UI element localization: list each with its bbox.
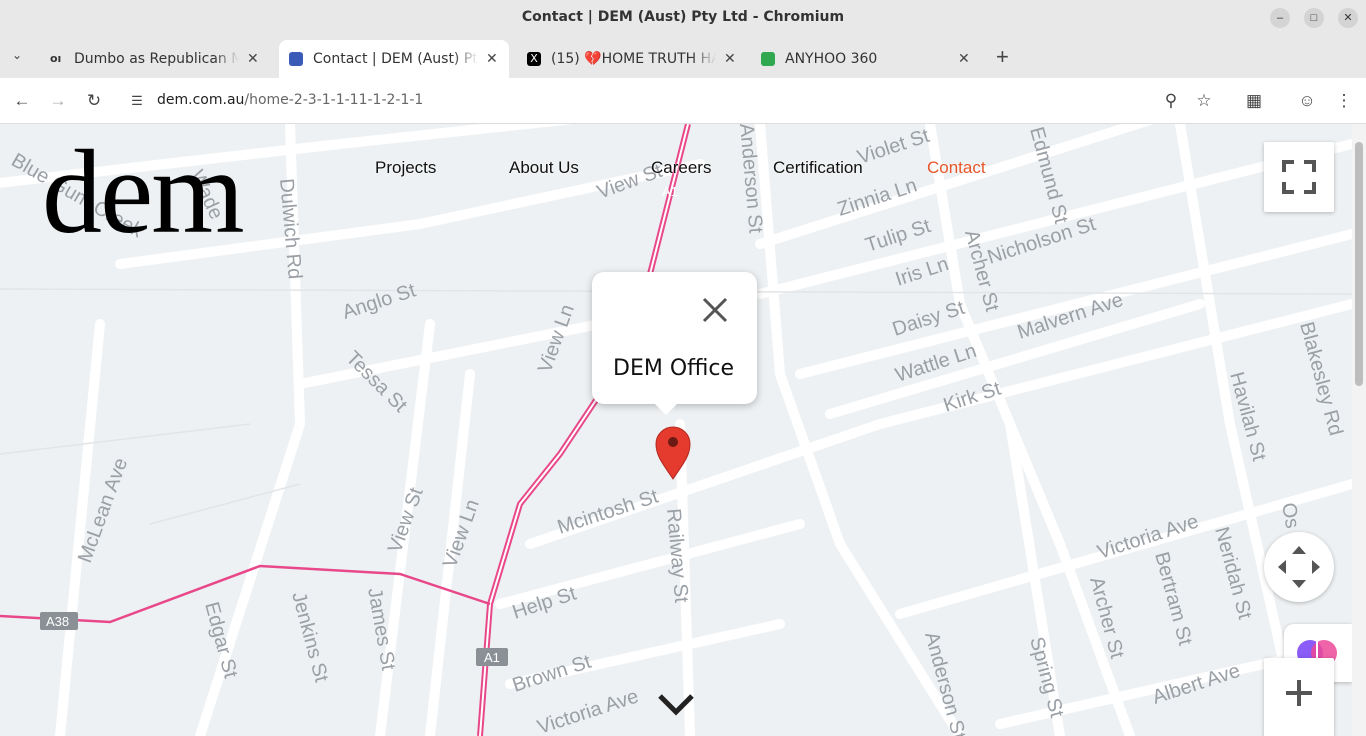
menu-icon[interactable]: ⋮ [1333, 90, 1355, 112]
route-label: A1 [662, 184, 678, 199]
close-window-button[interactable]: ✕ [1338, 8, 1358, 28]
close-tab-icon[interactable]: ✕ [247, 51, 259, 67]
tab-label: Contact | DEM (Aust) Pty [313, 51, 478, 67]
nav-about-us[interactable]: About Us [509, 158, 579, 178]
close-tab-icon[interactable]: ✕ [958, 51, 970, 67]
url-domain: dem.com.au [157, 92, 245, 108]
forward-icon[interactable]: → [47, 90, 69, 112]
tab-anyhoo[interactable]: ANYHOO 360 ✕ [751, 40, 987, 78]
nav-certification[interactable]: Certification [773, 158, 863, 178]
site-logo[interactable]: dem [42, 132, 245, 252]
bookmark-star-icon[interactable]: ☆ [1193, 90, 1215, 112]
tab-home-truth[interactable]: X (15) 💔HOME TRUTH HAI ✕ [517, 40, 747, 78]
tab-label: Dumbo as Republican Ma [74, 51, 239, 67]
favicon-icon: oı [50, 52, 62, 65]
site-info-icon[interactable]: ☰ [126, 90, 148, 112]
info-window-tail [654, 403, 678, 415]
url-path: /home-2-3-1-1-11-1-2-1-1 [244, 92, 424, 108]
nav-careers[interactable]: Careers [651, 158, 711, 178]
address-bar[interactable]: dem.com.au/home-2-3-1-1-11-1-2-1-1 [157, 92, 423, 108]
zoom-in-button[interactable] [1264, 658, 1334, 736]
page-scrollbar[interactable] [1352, 124, 1366, 736]
zoom-icon[interactable]: ⚲ [1160, 90, 1182, 112]
x-logo-icon: X [527, 52, 541, 66]
extensions-icon[interactable]: ▦ [1243, 90, 1265, 112]
marker-title: DEM Office [613, 356, 735, 381]
map-pan-button[interactable] [1264, 532, 1334, 602]
tab-label: ANYHOO 360 [785, 51, 878, 67]
favicon-icon [761, 52, 775, 66]
tab-label: (15) 💔HOME TRUTH HAI [551, 51, 716, 67]
route-label: A38 [46, 614, 69, 629]
maximize-button[interactable]: □ [1304, 8, 1324, 28]
back-icon[interactable]: ← [11, 90, 33, 112]
tab-contact[interactable]: Contact | DEM (Aust) Pty ✕ [279, 40, 509, 78]
close-tab-icon[interactable]: ✕ [724, 51, 736, 67]
favicon-icon [289, 52, 303, 66]
nav-contact[interactable]: Contact [927, 158, 986, 178]
close-tab-icon[interactable]: ✕ [486, 51, 498, 67]
tab-bar: ⌄ oı Dumbo as Republican Ma ✕ Contact | … [0, 36, 1366, 78]
tab-dumbo[interactable]: oı Dumbo as Republican Ma ✕ [40, 40, 276, 78]
tab-search-icon[interactable]: ⌄ [12, 48, 22, 62]
window-titlebar: Contact | DEM (Aust) Pty Ltd - Chromium … [0, 0, 1366, 36]
fullscreen-button[interactable] [1264, 142, 1334, 212]
pan-arrows-icon [1278, 546, 1320, 588]
reload-icon[interactable]: ↻ [83, 90, 105, 112]
page-viewport: Blue Gum Creek Wade Dulwich Rd View St A… [0, 124, 1352, 736]
fullscreen-icon [1282, 160, 1316, 194]
street-label: Os [1277, 501, 1303, 530]
nav-projects[interactable]: Projects [375, 158, 436, 178]
browser-toolbar: ← → ↻ ☰ dem.com.au/home-2-3-1-1-11-1-2-1… [0, 78, 1366, 124]
profile-icon[interactable]: ☺ [1296, 90, 1318, 112]
route-label: A1 [484, 650, 500, 665]
plus-icon [1286, 680, 1312, 706]
minimize-button[interactable]: – [1270, 8, 1290, 28]
map-info-window: DEM Office [592, 272, 757, 415]
scrollbar-thumb[interactable] [1355, 142, 1363, 386]
close-icon[interactable] [701, 296, 729, 324]
scroll-down-chevron-icon[interactable] [656, 692, 696, 718]
new-tab-icon[interactable]: + [996, 44, 1009, 70]
window-title: Contact | DEM (Aust) Pty Ltd - Chromium [521, 9, 845, 25]
